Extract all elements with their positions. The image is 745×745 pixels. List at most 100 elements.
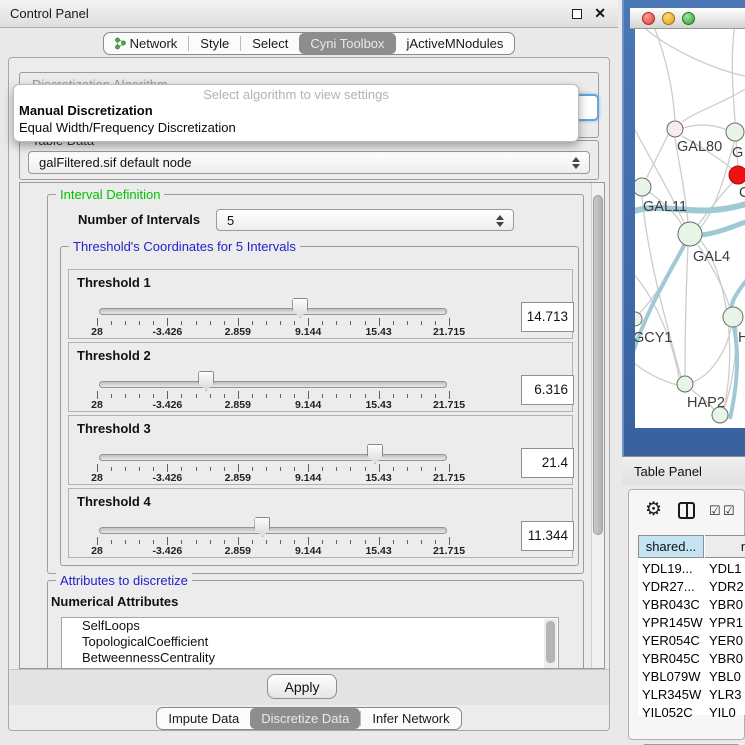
close-icon[interactable]: ✕ (594, 5, 606, 22)
list-item[interactable]: TopologicalCoefficient (62, 634, 558, 650)
num-intervals-label: Number of Intervals (78, 212, 200, 227)
dropdown-option-manual-discretization[interactable]: Manual Discretization (14, 102, 578, 119)
network-canvas[interactable]: GAL80GCGAL11GAL4GCY1HHAP2 (635, 29, 745, 428)
threshold-3-slider-track[interactable] (99, 454, 447, 461)
threshold-4-slider-handle[interactable] (254, 517, 270, 537)
gear-icon[interactable]: ⚙ (645, 498, 662, 521)
dropdown-option-equal-width-frequency[interactable]: Equal Width/Frequency Discretization (14, 119, 578, 136)
node-label: C (739, 185, 745, 201)
column-header-name[interactable]: n (705, 535, 745, 558)
scrollbar-thumb[interactable] (593, 195, 603, 535)
network-node[interactable] (635, 178, 651, 196)
cell-shared-name: YLR345W (642, 686, 705, 704)
tab-jactivemnodules[interactable]: jActiveMNodules (396, 33, 515, 54)
spinner-arrows-icon (496, 214, 504, 228)
float-window-icon[interactable] (572, 9, 582, 19)
threshold-4-slider-track[interactable] (99, 527, 447, 534)
vertical-scrollbar[interactable] (591, 183, 604, 668)
slider-ticks (97, 391, 450, 399)
checkbox-icon[interactable]: ☑ (723, 503, 735, 519)
network-node[interactable] (726, 123, 744, 141)
threshold-2-slider-handle[interactable] (198, 371, 214, 391)
threshold-3-value-field[interactable]: 21.4 (521, 448, 574, 478)
list-item[interactable]: BetweennessCentrality (62, 650, 558, 666)
bottom-tab-bar: Impute Data Discretize Data Infer Networ… (9, 703, 609, 730)
table-header-row: shared... n (638, 535, 745, 559)
threshold-2-slider-track[interactable] (99, 381, 447, 388)
top-tab-bar: Network Style Select Cyni Toolbox jActiv… (0, 28, 618, 57)
tick-label: -3.426 (153, 399, 183, 411)
table-row[interactable]: YBL079W YBL0 (638, 668, 745, 686)
table-row[interactable]: YPR145W YPR1 (638, 614, 745, 632)
table-data-combobox[interactable]: galFiltered.sif default node (28, 151, 590, 174)
threshold-1-panel: Threshold 1 -3.4262.8599.14415.4321.7152… (68, 269, 573, 339)
threshold-4-value-field[interactable]: 11.344 (521, 521, 574, 551)
network-icon (115, 37, 126, 50)
network-node[interactable] (678, 222, 702, 246)
network-node[interactable] (712, 407, 728, 423)
scrollbar-thumb[interactable] (546, 621, 555, 663)
network-node[interactable] (729, 166, 745, 184)
cell-shared-name: YER054C (642, 632, 705, 650)
section-title: Threshold's Coordinates for 5 Intervals (69, 239, 300, 254)
threshold-1-slider-handle[interactable] (292, 298, 308, 318)
tab-discretize-data[interactable]: Discretize Data (250, 708, 360, 729)
minimize-traffic-light-icon[interactable] (662, 12, 675, 25)
close-traffic-light-icon[interactable] (642, 12, 655, 25)
cell-name: YER0 (709, 632, 745, 650)
threshold-2-value-field[interactable]: 6.316 (521, 375, 574, 405)
panel-title: Control Panel (10, 6, 89, 21)
tab-label: Impute Data (168, 711, 239, 726)
node-label: GAL11 (643, 199, 687, 215)
table-row[interactable]: YLR345W YLR3 (638, 686, 745, 704)
list-item[interactable]: SelfLoops (62, 618, 558, 634)
tick-label: 28 (91, 326, 103, 338)
network-node[interactable] (635, 312, 642, 326)
checkbox-icon[interactable]: ☑ (709, 503, 721, 519)
tab-label: Network (130, 36, 178, 51)
network-window: GAL80GCGAL11GAL4GCY1HHAP2 (622, 0, 745, 456)
table-row[interactable]: YER054C YER0 (638, 632, 745, 650)
numerical-attributes-list[interactable]: SelfLoopsTopologicalCoefficientBetweenne… (61, 617, 559, 669)
tick-label: 28 (91, 399, 103, 411)
tick-label: 28 (91, 545, 103, 557)
settings-scroll-area: Interval Definition Number of Intervals … (19, 182, 605, 669)
slider-ticks (97, 464, 450, 472)
table-row[interactable]: YDL19... YDL1 (638, 560, 745, 578)
table-row[interactable]: YDR27... YDR2 (638, 578, 745, 596)
tab-style[interactable]: Style (189, 33, 240, 54)
split-columns-icon[interactable] (678, 502, 695, 519)
tab-label: Infer Network (372, 711, 449, 726)
table-row[interactable]: YIL052C YIL0 (638, 704, 745, 722)
combobox-value: galFiltered.sif default node (39, 152, 191, 174)
network-window-titlebar[interactable] (630, 8, 745, 29)
tab-infer-network[interactable]: Infer Network (361, 708, 460, 729)
network-node[interactable] (677, 376, 693, 392)
tab-network[interactable]: Network (104, 33, 189, 54)
tick-label: 2.859 (225, 545, 251, 557)
network-node[interactable] (667, 121, 683, 137)
threshold-1-slider-track[interactable] (99, 308, 447, 315)
apply-button[interactable]: Apply (267, 674, 337, 699)
table-row[interactable]: YBR045C YBR0 (638, 650, 745, 668)
table-panel-title: Table Panel (634, 464, 702, 479)
thresholds-section: Threshold's Coordinates for 5 Intervals … (60, 246, 579, 566)
tab-select[interactable]: Select (241, 33, 299, 54)
tab-label: Cyni Toolbox (310, 36, 384, 51)
tab-impute-data[interactable]: Impute Data (157, 708, 250, 729)
cell-shared-name: YDR27... (642, 578, 705, 596)
threshold-4-panel: Threshold 4 -3.4262.8599.14415.4321.7152… (68, 488, 573, 558)
zoom-traffic-light-icon[interactable] (682, 12, 695, 25)
column-header-shared[interactable]: shared... (638, 535, 704, 558)
num-intervals-combobox[interactable]: 5 (216, 209, 514, 231)
cell-shared-name: YPR145W (642, 614, 705, 632)
list-scrollbar[interactable] (544, 619, 557, 669)
threshold-1-value-field[interactable]: 14.713 (521, 302, 574, 332)
node-table: shared... n YDL19... YDL1 YDR27... YDR2 (638, 535, 745, 715)
section-title: Interval Definition (56, 187, 164, 202)
network-node[interactable] (723, 307, 743, 327)
threshold-3-slider-handle[interactable] (367, 444, 383, 464)
node-label: G (732, 145, 743, 161)
table-row[interactable]: YBR043C YBR0 (638, 596, 745, 614)
tab-cyni-toolbox[interactable]: Cyni Toolbox (299, 33, 395, 54)
